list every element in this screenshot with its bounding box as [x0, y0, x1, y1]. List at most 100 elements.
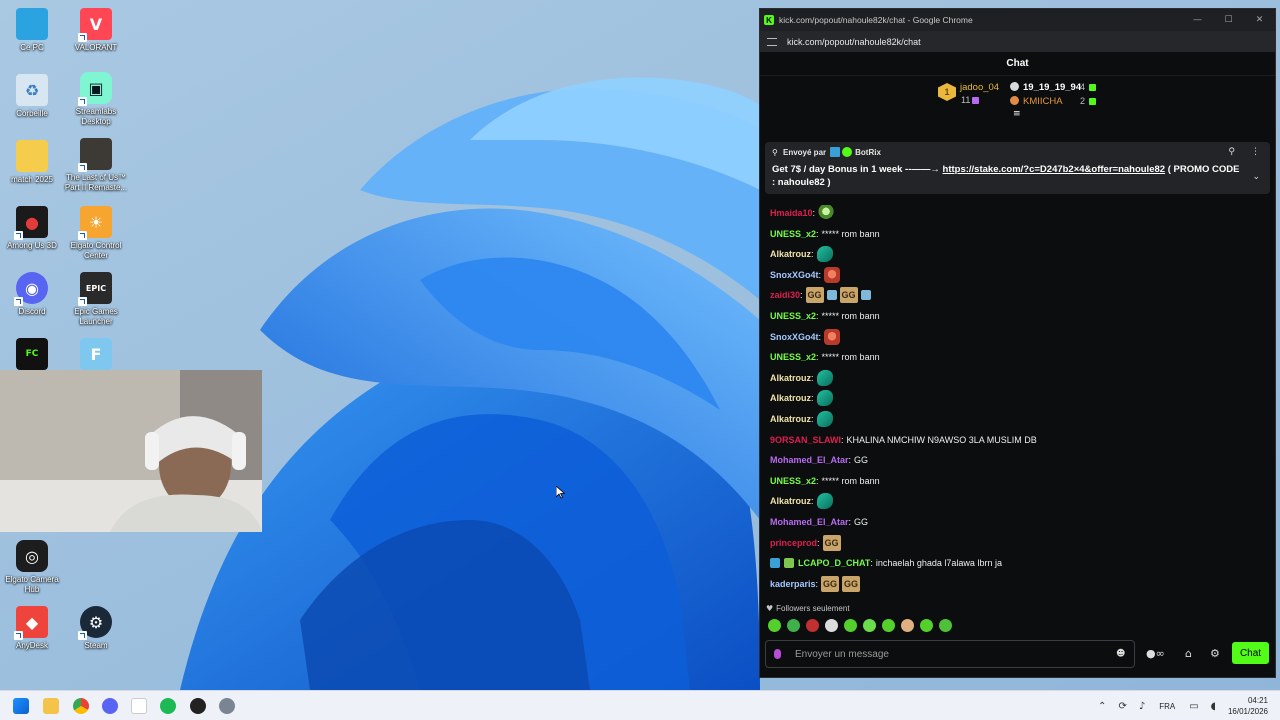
quick-emote[interactable]	[901, 619, 914, 632]
quick-emote[interactable]	[806, 619, 819, 632]
chat-username[interactable]: zaidi30	[770, 290, 800, 300]
emote-teal-icon[interactable]	[816, 411, 833, 427]
points-icon[interactable]: ●∞	[1146, 647, 1165, 660]
emote-gg-icon[interactable]: GG	[805, 287, 824, 304]
pinned-link[interactable]: https://stake.com/?c=D247b2×4&offer=naho…	[943, 164, 1166, 175]
window-titlebar[interactable]: K kick.com/popout/nahoule82k/chat - Goog…	[760, 9, 1275, 31]
address-bar[interactable]: kick.com/popout/nahoule82k/chat	[760, 31, 1275, 52]
quick-emote[interactable]	[920, 619, 933, 632]
desktop-icon-match-2025[interactable]: match 2025	[0, 140, 64, 185]
emote-red-icon[interactable]	[824, 328, 841, 345]
emote-teal-icon[interactable]	[816, 369, 833, 386]
emote-gg-icon[interactable]: GG	[839, 287, 858, 304]
chat-username[interactable]: SnoxXGo4t	[770, 332, 819, 342]
chat-username[interactable]: 9ORSAN_SLAWI	[770, 435, 841, 445]
site-settings-icon[interactable]	[767, 37, 777, 46]
quick-emote[interactable]	[882, 619, 895, 632]
emote-teal-icon[interactable]	[816, 246, 833, 263]
unpin-icon[interactable]: ⚲	[1228, 147, 1235, 157]
quick-emote[interactable]	[863, 619, 876, 632]
network-icon[interactable]: ▭	[1189, 701, 1198, 712]
chat-username[interactable]: Alkatrouz	[770, 373, 811, 383]
chevron-up-icon[interactable]: ⌃	[1098, 701, 1106, 712]
chat-username[interactable]: kaderparis	[770, 579, 816, 589]
maximize-button[interactable]: ☐	[1213, 15, 1244, 25]
start-windows-icon[interactable]	[13, 698, 29, 714]
chat-username[interactable]: Alkatrouz	[770, 414, 811, 424]
minimize-button[interactable]: —	[1182, 15, 1213, 25]
desktop-icon-last-of-us[interactable]: The Last of Us™ Part II Remaste...	[64, 138, 128, 193]
bot-name[interactable]: BotRix	[855, 148, 881, 157]
chrome-taskbar-icon[interactable]	[73, 698, 89, 714]
mic-tray-icon[interactable]: ♪	[1139, 701, 1145, 712]
desktop-icon-fortnite[interactable]: F	[64, 338, 128, 373]
desktop-icon-anydesk[interactable]: ◆ AnyDesk	[0, 606, 64, 651]
desktop-icon-elgato-control[interactable]: ☀ Elgato Control Center	[64, 206, 128, 261]
capcut-taskbar-icon[interactable]	[131, 698, 147, 714]
file-explorer-icon[interactable]	[43, 698, 59, 714]
clock[interactable]: 04:21 16/01/2026	[1228, 695, 1268, 717]
leader-3-name[interactable]: KMIICHA	[1023, 96, 1063, 107]
spotify-taskbar-icon[interactable]	[160, 698, 176, 714]
store-icon[interactable]: ⌂	[1185, 647, 1192, 660]
settings-taskbar-icon[interactable]	[219, 698, 235, 714]
quick-emote[interactable]	[825, 619, 838, 632]
quick-emote[interactable]	[787, 619, 800, 632]
chat-username[interactable]: Hmaida10	[770, 208, 813, 218]
chat-username[interactable]: UNESS_x2	[770, 476, 816, 486]
desktop-icon-among-us[interactable]: ● Among Us 3D	[0, 206, 64, 251]
leader-1-name[interactable]: jadoo_04	[960, 82, 999, 93]
desktop-icon-valorant[interactable]: V VALORANT	[64, 8, 128, 53]
desktop-icon-discord[interactable]: ◉ Discord	[0, 272, 64, 317]
chat-username[interactable]: UNESS_x2	[770, 352, 816, 362]
chat-message-input[interactable]	[795, 648, 1116, 660]
chat-input-box[interactable]: ☻	[765, 640, 1135, 668]
emote-gg-icon[interactable]: GG	[842, 575, 861, 592]
desktop-icon-ce-pc[interactable]: Ce PC	[0, 8, 64, 53]
chat-username[interactable]: Mohamed_El_Atar	[770, 455, 849, 465]
chat-username[interactable]: UNESS_x2	[770, 311, 816, 321]
chat-username[interactable]: Mohamed_El_Atar	[770, 517, 849, 527]
chat-username[interactable]: Alkatrouz	[770, 393, 811, 403]
quick-emote[interactable]	[939, 619, 952, 632]
chat-username[interactable]: UNESS_x2	[770, 229, 816, 239]
emote-alien-icon[interactable]	[818, 205, 835, 221]
chevron-down-icon[interactable]: ⌄	[1252, 172, 1260, 182]
close-button[interactable]: ✕	[1244, 15, 1275, 25]
quick-emote[interactable]	[768, 619, 781, 632]
expand-leaderboard-icon[interactable]: ≡	[1013, 109, 1021, 119]
chat-username[interactable]: LCAPO_D_CHAT	[798, 558, 870, 568]
desktop-icon-camera-hub[interactable]: ◎ Elgato Camera Hub	[0, 540, 64, 595]
volume-icon[interactable]: ◖	[1211, 701, 1216, 712]
desktop-icon-steam[interactable]: ⚙ Steam	[64, 606, 128, 651]
chat-username[interactable]: SnoxXGo4t	[770, 270, 819, 280]
language-indicator[interactable]: FRA	[1159, 702, 1175, 711]
desktop-icon-corbeille[interactable]: ♻ Corbeille	[0, 74, 64, 119]
emote-teal-icon[interactable]	[816, 390, 833, 407]
settings-gear-icon[interactable]: ⚙	[1210, 647, 1220, 660]
url-text[interactable]: kick.com/popout/nahoule82k/chat	[787, 37, 921, 47]
more-options-icon[interactable]: ⋮	[1251, 147, 1260, 157]
emote-gg-icon[interactable]: GG	[822, 534, 841, 551]
chrome-window[interactable]: K kick.com/popout/nahoule82k/chat - Goog…	[759, 8, 1276, 678]
emote-teal-icon[interactable]	[816, 493, 833, 510]
obs-taskbar-icon[interactable]	[190, 698, 206, 714]
chat-username[interactable]: princeprod	[770, 538, 817, 548]
leader-2-name[interactable]: 19_19_19_94	[1023, 82, 1081, 93]
desktop-icon-epic[interactable]: EPIC Epic Games Launcher	[64, 272, 128, 327]
microphone-icon[interactable]	[774, 649, 781, 659]
emote-red-icon[interactable]	[824, 266, 841, 283]
discord-taskbar-icon[interactable]	[102, 698, 118, 714]
chat-username[interactable]: Alkatrouz	[770, 249, 811, 259]
pinned-message[interactable]: ⚲ Envoyé par BotRix Get 7$ / day Bonus i…	[765, 142, 1270, 194]
quick-emote[interactable]	[844, 619, 857, 632]
desktop-icon-streamlabs[interactable]: ▣ Streamlabs Desktop	[64, 72, 128, 127]
emote-small-icon[interactable]	[860, 290, 871, 301]
desktop-icon-fc25[interactable]: FC	[0, 338, 64, 373]
sync-icon[interactable]: ⟳	[1118, 701, 1126, 712]
emote-small-icon[interactable]	[826, 290, 837, 301]
emoji-picker-icon[interactable]: ☻	[1116, 649, 1128, 659]
chat-username[interactable]: Alkatrouz	[770, 496, 811, 506]
send-chat-button[interactable]: Chat	[1232, 642, 1269, 664]
emote-gg-icon[interactable]: GG	[821, 575, 840, 592]
